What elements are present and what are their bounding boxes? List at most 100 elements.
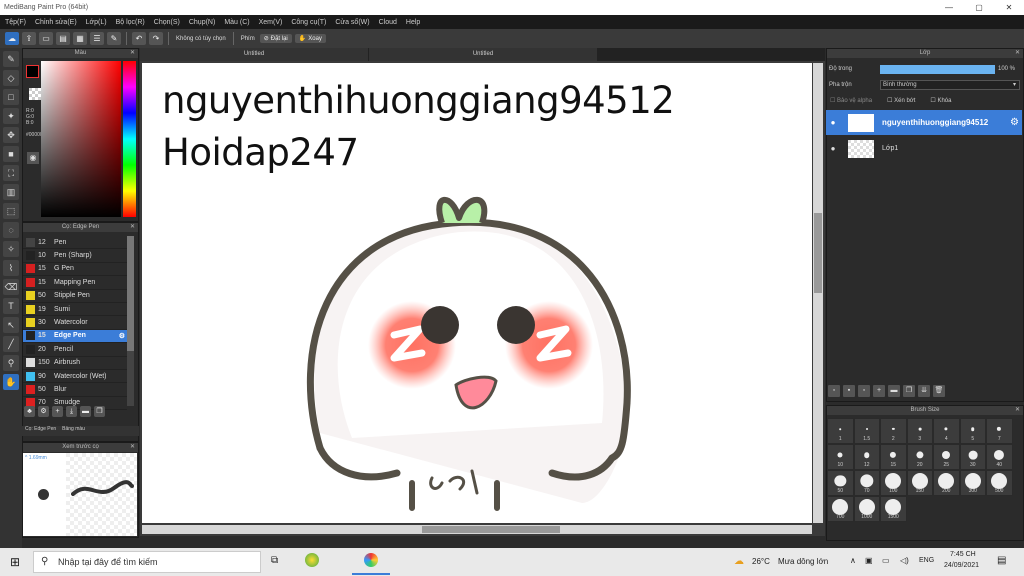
brush-item[interactable]: 15 Mapping Pen (23, 276, 127, 290)
magic-wand-tool-icon[interactable]: ✧ (3, 241, 19, 257)
clock-date[interactable]: 24/09/2021 (944, 562, 979, 569)
brush-item[interactable]: 30 Watercolor (23, 316, 127, 330)
add-layer-icon[interactable]: + (873, 385, 885, 397)
minimize-button[interactable]: — (934, 0, 964, 15)
brush-add-icon[interactable]: + (52, 406, 63, 417)
merge-icon[interactable]: ⇊ (918, 385, 930, 397)
network-icon[interactable]: ▭ (882, 556, 890, 565)
menu-select[interactable]: Chọn(S) (154, 19, 180, 26)
copy-icon[interactable]: ❐ (94, 406, 105, 417)
brush-size-cell[interactable]: 40 (986, 444, 1013, 470)
taskbar-search[interactable]: ⚲ Nhập tại đây để tìm kiếm (33, 551, 261, 573)
add-brush-icon[interactable]: ♣ (24, 406, 35, 417)
list-icon[interactable]: ☰ (90, 32, 104, 45)
brush-size-cell[interactable]: 12 (853, 444, 880, 470)
operation-tool-icon[interactable]: ↖ (3, 317, 19, 333)
menu-edit[interactable]: Chỉnh sửa(E) (35, 19, 77, 26)
horizontal-scroll-thumb[interactable] (422, 526, 560, 533)
brush-size-cell[interactable]: 1000 (853, 496, 880, 522)
brush-settings-icon[interactable]: ✎ (107, 32, 121, 45)
divide-tool-icon[interactable]: ╱ (3, 336, 19, 352)
chevron-up-icon[interactable]: ∧ (850, 556, 856, 565)
gradient-tool-icon[interactable]: ▥ (3, 184, 19, 200)
brush-size-cell[interactable]: 700 (827, 496, 854, 522)
brush-size-cell[interactable]: 20 (906, 444, 933, 470)
bucket-tool-icon[interactable]: ⛶ (3, 165, 19, 181)
duplicate-icon[interactable]: ❐ (903, 385, 915, 397)
eyedropper-tool-icon[interactable]: ⚲ (3, 355, 19, 371)
tab-brush[interactable]: Cọ: Edge Pen (25, 426, 56, 436)
gear-icon[interactable]: ⚙ (1010, 117, 1019, 128)
canvas-horizontal-scrollbar[interactable] (142, 525, 812, 534)
weather-desc[interactable]: Mưa dông lớn (778, 557, 828, 566)
brush-size-cell[interactable]: 1 (827, 418, 854, 444)
brush-item[interactable]: 19 Sumi (23, 303, 127, 317)
brush-import-icon[interactable]: ⤓ (66, 406, 77, 417)
text-tool-icon[interactable]: T (3, 298, 19, 314)
close-icon[interactable]: ✕ (1015, 406, 1020, 415)
protect-alpha-checkbox[interactable]: ☐ Bảo vệ alpha (830, 97, 872, 104)
close-icon[interactable]: ✕ (130, 223, 135, 232)
close-icon[interactable]: ✕ (130, 49, 135, 58)
redo-icon[interactable]: ↷ (149, 32, 163, 45)
brush-size-cell[interactable]: 1.5 (853, 418, 880, 444)
brush-size-cell[interactable]: 2 (880, 418, 907, 444)
palette-icon[interactable]: ◉ (27, 152, 39, 164)
visibility-icon[interactable]: ● (826, 144, 840, 153)
brush-size-cell[interactable]: 15 (880, 444, 907, 470)
eraser-tool-icon[interactable]: ◇ (3, 70, 19, 86)
visibility-icon[interactable]: ● (826, 118, 840, 127)
brush-size-cell[interactable]: 70 (853, 470, 880, 496)
folder-icon[interactable]: ▬ (888, 385, 900, 397)
brush-item[interactable]: 150 Airbrush (23, 357, 127, 370)
tab-untitled-1[interactable]: Untitled (140, 48, 368, 61)
lock-checkbox[interactable]: ☐ Khóa (930, 97, 951, 104)
brush-list-scrollbar[interactable] (127, 236, 134, 406)
menu-view[interactable]: Xem(V) (259, 19, 283, 26)
brush-tool-icon[interactable]: ✎ (3, 51, 19, 67)
reset-button[interactable]: ⊘ Đặt lại (259, 34, 292, 43)
tab-palette[interactable]: Bảng màu (62, 426, 85, 436)
brush-settings-icon[interactable]: ⚙ (38, 406, 49, 417)
brush-size-cell[interactable]: 200 (933, 470, 960, 496)
close-icon[interactable]: ✕ (1015, 49, 1020, 58)
move-tool-icon[interactable]: ✥ (3, 127, 19, 143)
camera-icon[interactable]: ▣ (865, 556, 873, 565)
brush-size-cell[interactable]: 10 (827, 444, 854, 470)
menu-cloud[interactable]: Cloud (379, 19, 397, 26)
comment-icon[interactable]: ▭ (39, 32, 53, 45)
brush-item[interactable]: 10 Pen (Sharp) (23, 249, 127, 263)
gear-icon[interactable]: ⚙ (119, 332, 125, 340)
windows-start-icon[interactable]: ⊞ (10, 555, 20, 569)
new-layer-icon[interactable]: ▫ (828, 385, 840, 397)
brush-item[interactable]: 15 G Pen (23, 263, 127, 277)
browser-icon[interactable] (305, 553, 319, 567)
cloud-icon[interactable]: ☁ (5, 32, 19, 45)
new-layer-8bit-icon[interactable]: ▪ (843, 385, 855, 397)
select-eraser-tool-icon[interactable]: ⌫ (3, 279, 19, 295)
lasso-tool-icon[interactable]: ◌ (3, 222, 19, 238)
menu-help[interactable]: Help (406, 19, 420, 26)
rectangle-tool-icon[interactable]: □ (3, 89, 19, 105)
panel-icon[interactable]: ▤ (56, 32, 70, 45)
brush-size-cell[interactable]: 50 (827, 470, 854, 496)
task-view-icon[interactable]: ⧉ (271, 555, 278, 566)
rotate-button[interactable]: ✋ Xoay (294, 34, 326, 43)
hue-slider[interactable] (123, 61, 136, 217)
volume-icon[interactable]: ◁) (900, 556, 909, 565)
clipping-checkbox[interactable]: ☐ Xén bớt (887, 97, 915, 104)
menu-layer[interactable]: Lớp(L) (86, 19, 107, 26)
brush-item[interactable]: 50 Blur (23, 383, 127, 397)
brush-size-cell[interactable]: 30 (959, 444, 986, 470)
drawing-canvas[interactable]: nguyenthihuonggiang94512 Hoidap247 (142, 63, 812, 523)
menu-filter[interactable]: Bộ lọc(R) (116, 19, 145, 26)
hand-tool-icon[interactable]: ✋ (3, 374, 19, 390)
scroll-thumb[interactable] (127, 236, 134, 351)
menu-file[interactable]: Tệp(F) (5, 19, 26, 26)
delete-icon[interactable]: 🗑 (933, 385, 945, 397)
brush-item[interactable]: 20 Pencil (23, 343, 127, 357)
brush-size-cell[interactable]: 7 (986, 418, 1013, 444)
language-indicator[interactable]: ENG (919, 557, 934, 564)
layer-item-layer1[interactable]: ● Lớp1 (826, 136, 1022, 161)
select-tool-icon[interactable]: ⬚ (3, 203, 19, 219)
